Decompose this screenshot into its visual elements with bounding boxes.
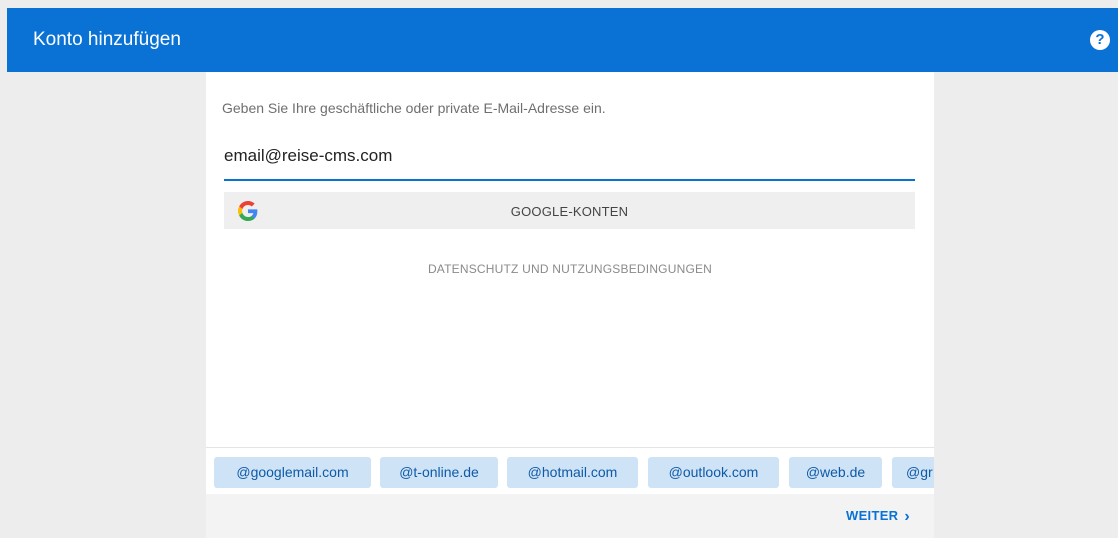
- domain-chip[interactable]: @gr: [892, 457, 934, 488]
- domain-suggestions-bar: @googlemail.com @t-online.de @hotmail.co…: [206, 447, 934, 495]
- add-account-card: Geben Sie Ihre geschäftliche oder privat…: [206, 72, 934, 538]
- google-accounts-button[interactable]: GOOGLE-KONTEN: [224, 192, 915, 229]
- domain-chip[interactable]: @t-online.de: [380, 457, 498, 488]
- domain-chip[interactable]: @hotmail.com: [507, 457, 638, 488]
- google-accounts-label: GOOGLE-KONTEN: [510, 204, 629, 219]
- privacy-terms-link[interactable]: DATENSCHUTZ UND NUTZUNGSBEDINGUNGEN: [206, 262, 934, 276]
- domain-chip[interactable]: @googlemail.com: [214, 457, 371, 488]
- email-prompt: Geben Sie Ihre geschäftliche oder privat…: [222, 100, 606, 116]
- card-footer: WEITER ›: [206, 494, 934, 538]
- domain-chip[interactable]: @outlook.com: [648, 457, 779, 488]
- chevron-right-icon: ›: [904, 508, 910, 525]
- left-background: [7, 72, 206, 538]
- app-header: Konto hinzufügen ?: [7, 8, 1118, 72]
- next-button[interactable]: WEITER ›: [846, 508, 910, 526]
- domain-chip[interactable]: @web.de: [789, 457, 882, 488]
- page-title: Konto hinzufügen: [33, 29, 181, 50]
- help-icon[interactable]: ?: [1090, 30, 1110, 50]
- email-field[interactable]: [224, 142, 915, 166]
- email-field-container: [224, 142, 915, 181]
- next-button-label: WEITER: [846, 508, 899, 523]
